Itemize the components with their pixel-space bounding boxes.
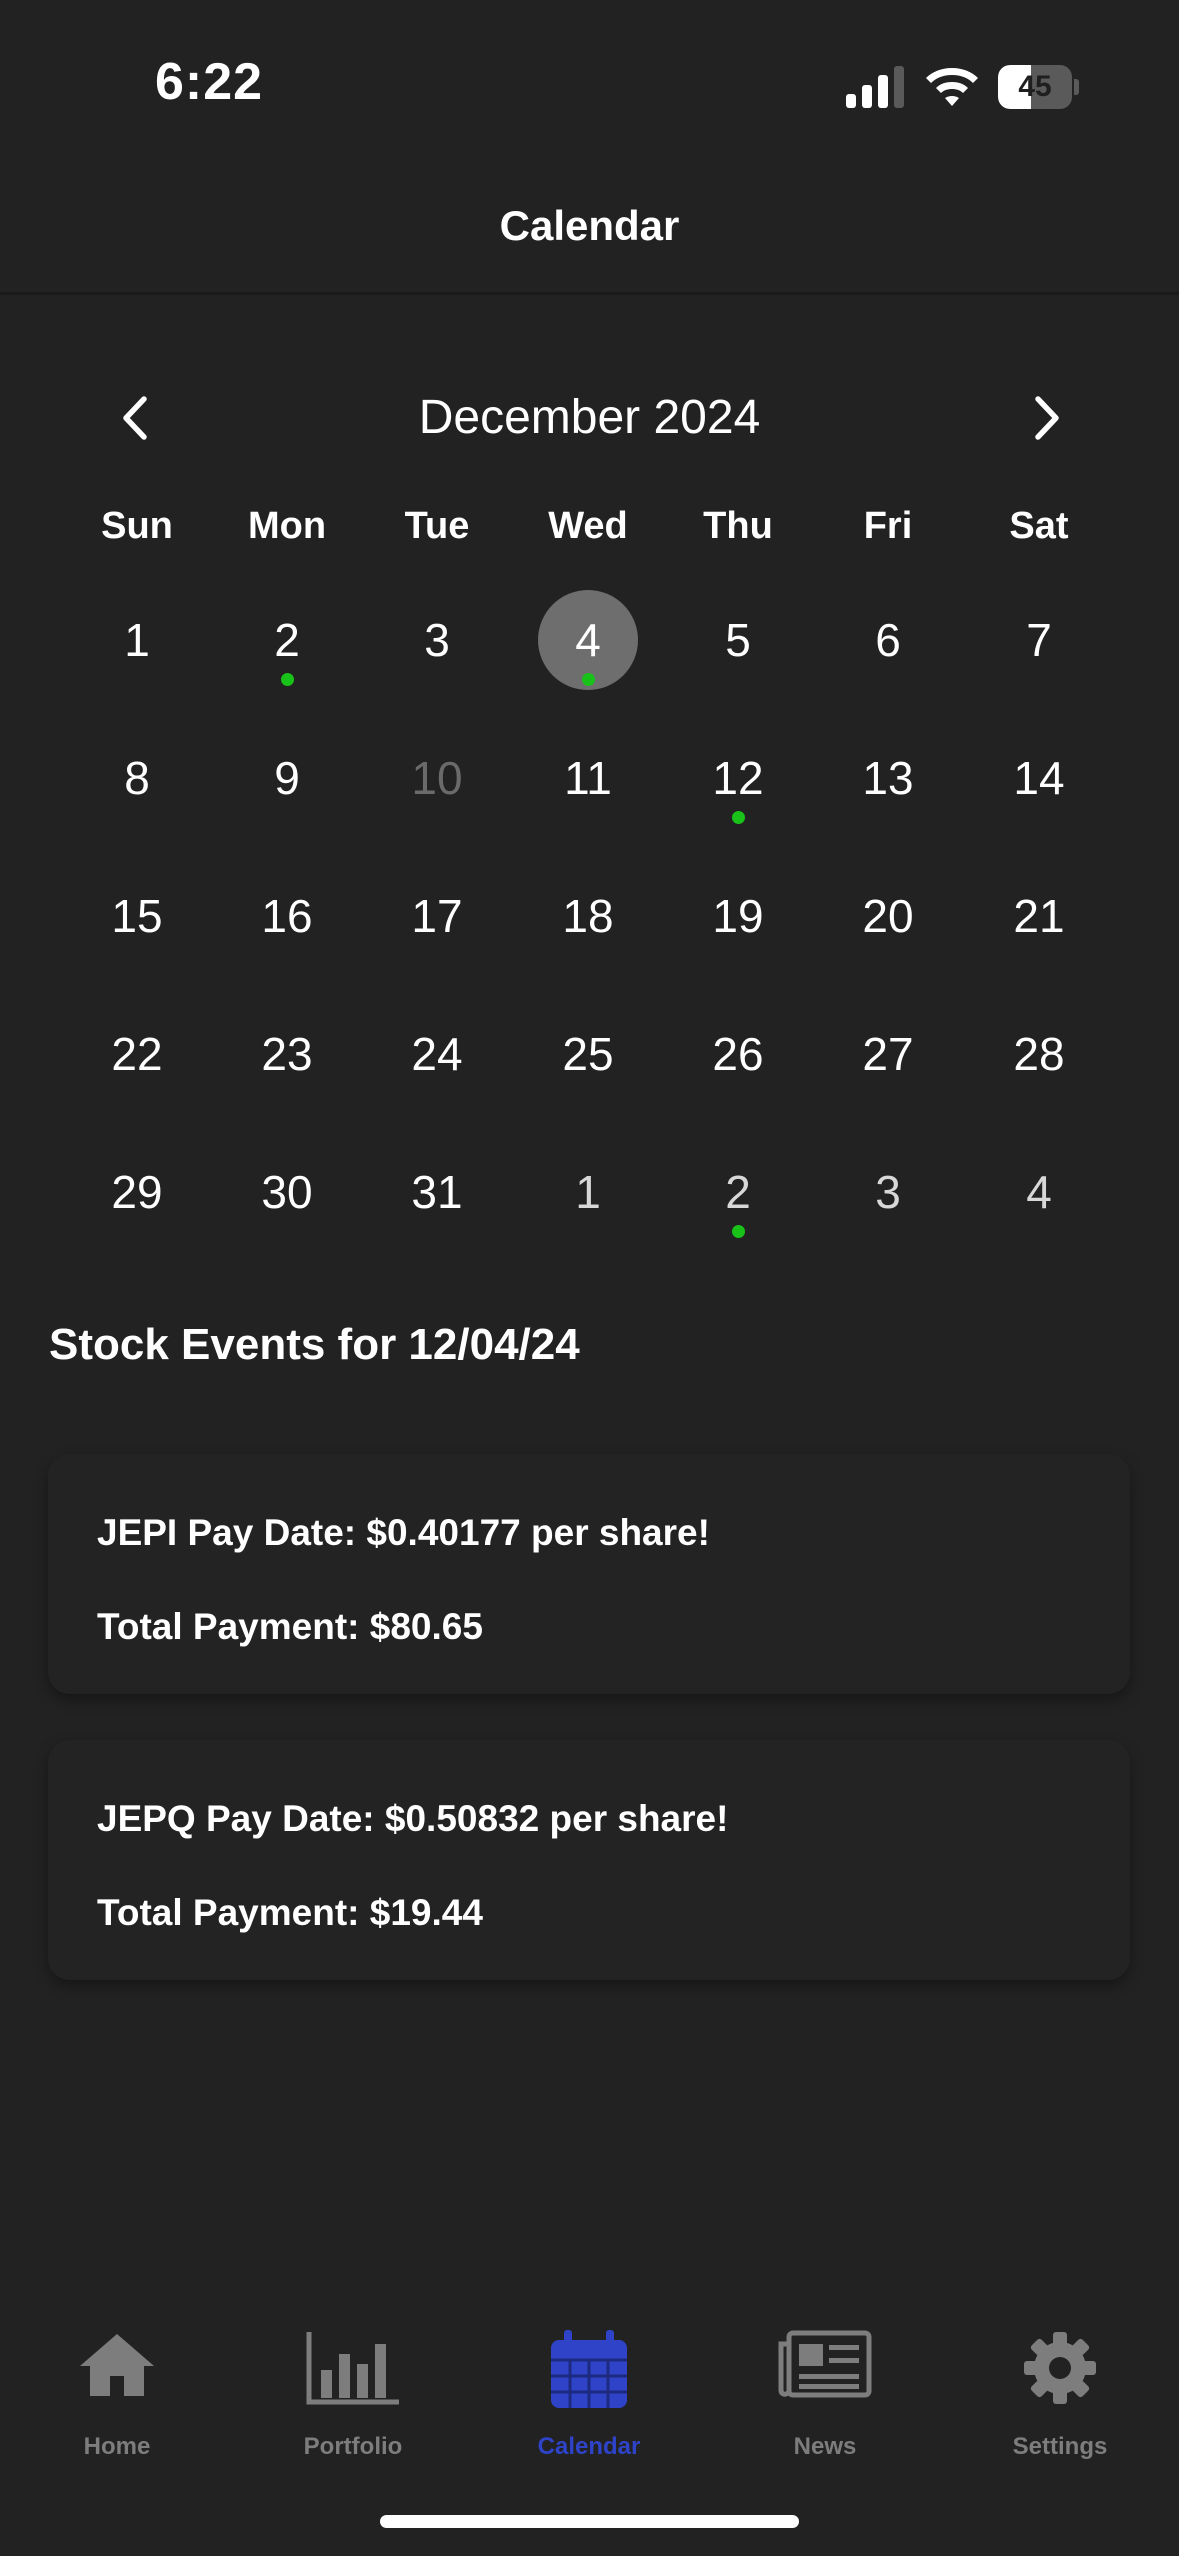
events-section-title: Stock Events for 12/04/24 — [49, 1320, 580, 1369]
calendar-day[interactable]: 4 — [989, 1142, 1089, 1242]
weekday-label: Mon — [247, 505, 327, 547]
bar-chart-icon — [306, 2332, 399, 2405]
tab-portfolio[interactable]: Portfolio — [253, 2330, 453, 2480]
wifi-icon — [926, 68, 978, 106]
event-total-payment: Total Payment: $80.65 — [97, 1606, 483, 1647]
tab-label: Settings — [1012, 2433, 1108, 2460]
calendar-day[interactable]: 29 — [87, 1142, 187, 1242]
tab-label: Home — [83, 2433, 151, 2460]
cellular-signal-icon — [846, 66, 904, 108]
month-label: December 2024 — [418, 391, 761, 444]
calendar-day[interactable]: 23 — [237, 1004, 337, 1104]
battery-tip — [1074, 79, 1079, 95]
calendar-day[interactable]: 14 — [989, 728, 1089, 828]
calendar-day[interactable]: 3 — [387, 590, 487, 690]
status-bar: 6:22 45 — [0, 0, 1179, 170]
event-card[interactable]: JEPI Pay Date: $0.40177 per share! Total… — [48, 1454, 1130, 1694]
event-total-payment: Total Payment: $19.44 — [97, 1892, 483, 1933]
calendar-day[interactable]: 25 — [538, 1004, 638, 1104]
home-indicator — [380, 2515, 799, 2528]
tab-news[interactable]: News — [725, 2330, 925, 2480]
calendar-day[interactable]: 30 — [237, 1142, 337, 1242]
weekday-label: Thu — [703, 505, 773, 547]
tab-label: News — [793, 2433, 857, 2460]
tab-calendar[interactable]: Calendar — [489, 2330, 689, 2480]
calendar-day[interactable]: 20 — [838, 866, 938, 966]
battery-percent: 45 — [1018, 70, 1052, 103]
event-indicator-dot — [732, 811, 745, 824]
calendar-day[interactable]: 9 — [237, 728, 337, 828]
calendar-day[interactable]: 16 — [237, 866, 337, 966]
status-time: 6:22 — [155, 53, 264, 111]
weekday-label: Tue — [404, 505, 470, 547]
calendar-day[interactable]: 5 — [688, 590, 788, 690]
calendar-day[interactable]: 7 — [989, 590, 1089, 690]
calendar-day[interactable]: 13 — [838, 728, 938, 828]
calendar-icon — [551, 2330, 627, 2408]
calendar-day[interactable]: 11 — [538, 728, 638, 828]
calendar-day[interactable]: 19 — [688, 866, 788, 966]
tab-label: Portfolio — [303, 2433, 403, 2460]
page-title: Calendar — [499, 202, 680, 249]
next-month-arrow-icon[interactable] — [1018, 391, 1072, 445]
calendar-day[interactable]: 24 — [387, 1004, 487, 1104]
event-card[interactable]: JEPQ Pay Date: $0.50832 per share! Total… — [48, 1740, 1130, 1980]
calendar-day[interactable]: 21 — [989, 866, 1089, 966]
battery-body: 45 — [998, 65, 1072, 109]
calendar-day[interactable]: 6 — [838, 590, 938, 690]
nav-divider — [0, 292, 1179, 295]
calendar-day[interactable]: 27 — [838, 1004, 938, 1104]
calendar-day[interactable]: 26 — [688, 1004, 788, 1104]
calendar-day[interactable]: 15 — [87, 866, 187, 966]
calendar-day[interactable]: 18 — [538, 866, 638, 966]
event-pay-date: JEPI Pay Date: $0.40177 per share! — [97, 1512, 710, 1553]
newspaper-icon — [778, 2330, 872, 2398]
tab-home[interactable]: Home — [17, 2330, 217, 2480]
event-indicator-dot — [582, 673, 595, 686]
calendar-day[interactable]: 8 — [87, 728, 187, 828]
gear-icon — [1024, 2332, 1096, 2404]
calendar-day[interactable]: 28 — [989, 1004, 1089, 1104]
calendar-day: 10 — [411, 752, 463, 804]
weekday-label: Wed — [548, 505, 628, 547]
event-indicator-dot — [281, 673, 294, 686]
weekday-label: Sat — [1009, 505, 1069, 547]
event-indicator-dot — [732, 1225, 745, 1238]
calendar-day[interactable]: 1 — [87, 590, 187, 690]
home-icon — [80, 2334, 154, 2396]
calendar-day[interactable]: 22 — [87, 1004, 187, 1104]
tab-label: Calendar — [537, 2433, 641, 2460]
weekday-label: Fri — [863, 505, 913, 547]
weekday-label: Sun — [101, 505, 173, 547]
event-pay-date: JEPQ Pay Date: $0.50832 per share! — [97, 1798, 729, 1839]
tab-settings[interactable]: Settings — [960, 2330, 1160, 2480]
calendar-header: December 2024 — [0, 385, 1179, 451]
calendar-day[interactable]: 1 — [538, 1142, 638, 1242]
calendar-day[interactable]: 17 — [387, 866, 487, 966]
calendar-day[interactable]: 31 — [387, 1142, 487, 1242]
battery-indicator: 45 — [998, 65, 1080, 109]
calendar-day[interactable]: 3 — [838, 1142, 938, 1242]
